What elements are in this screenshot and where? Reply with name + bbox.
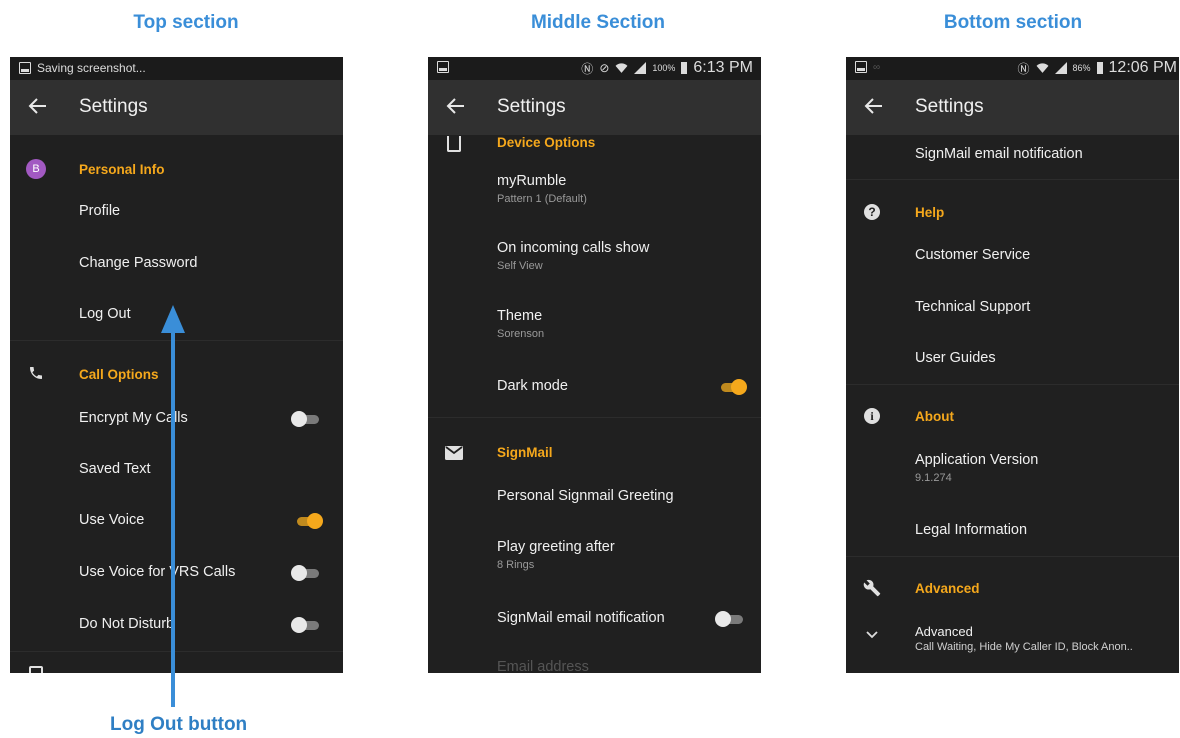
category-advanced: Advanced xyxy=(915,581,980,596)
battery-icon xyxy=(1096,62,1103,74)
incoming-calls-value: Self View xyxy=(497,260,543,272)
clock: 12:06 PM xyxy=(1108,59,1177,76)
use-voice-item[interactable]: Use Voice xyxy=(79,512,144,528)
personal-greeting-item[interactable]: Personal Signmail Greeting xyxy=(497,488,674,504)
nfc-icon: Ⓝ xyxy=(581,61,594,76)
avatar: B xyxy=(26,159,46,179)
settings-list: Device Options myRumble Pattern 1 (Defau… xyxy=(428,135,761,673)
wrench-icon xyxy=(862,578,882,598)
divider xyxy=(846,179,1179,180)
callout-line xyxy=(171,330,175,707)
status-text: Saving screenshot... xyxy=(37,61,146,75)
app-version-item[interactable]: Application Version xyxy=(915,452,1038,468)
encrypt-calls-toggle[interactable] xyxy=(291,411,319,427)
battery-percent: 86% xyxy=(1072,63,1091,73)
wifi-icon xyxy=(615,63,628,73)
divider xyxy=(846,556,1179,557)
signmail-email-item[interactable]: SignMail email notification xyxy=(915,146,1083,162)
settings-list: SignMail email notification ? Help Custo… xyxy=(846,135,1179,673)
legal-info-item[interactable]: Legal Information xyxy=(915,522,1027,538)
phone-icon xyxy=(26,363,46,383)
page-title: Settings xyxy=(915,96,984,117)
page-title: Settings xyxy=(79,96,148,117)
mail-icon xyxy=(444,443,464,463)
settings-list: B Personal Info Profile Change Password … xyxy=(10,135,343,673)
back-arrow-icon[interactable] xyxy=(862,94,886,118)
signal-icon xyxy=(1054,62,1067,74)
play-greeting-value: 8 Rings xyxy=(497,559,535,571)
status-bar: Ⓝ ⊘ 100% 6:13 PM xyxy=(428,57,761,80)
divider xyxy=(10,340,343,341)
incoming-calls-item[interactable]: On incoming calls show xyxy=(497,240,649,256)
callout-label: Log Out button xyxy=(110,714,248,735)
battery-percent: 100% xyxy=(652,63,676,73)
phone-top-section: Saving screenshot... Settings B Personal… xyxy=(10,57,343,673)
category-personal-info: Personal Info xyxy=(79,162,165,177)
back-arrow-icon[interactable] xyxy=(444,94,468,118)
phone-middle-section: Ⓝ ⊘ 100% 6:13 PM Settings Device Options… xyxy=(428,57,761,673)
device-icon xyxy=(26,665,46,673)
do-not-disturb-toggle[interactable] xyxy=(291,617,319,633)
help-icon: ? xyxy=(862,202,882,222)
use-voice-toggle[interactable] xyxy=(293,513,323,529)
use-voice-vrs-toggle[interactable] xyxy=(291,565,319,581)
device-icon xyxy=(444,134,464,154)
user-guides-item[interactable]: User Guides xyxy=(915,350,996,366)
divider xyxy=(10,651,343,652)
change-password-item[interactable]: Change Password xyxy=(79,255,198,271)
chevron-down-icon[interactable] xyxy=(862,625,882,645)
advanced-summary: Call Waiting, Hide My Caller ID, Block A… xyxy=(915,641,1133,653)
category-call-options: Call Options xyxy=(79,367,159,382)
app-bar: Settings xyxy=(10,80,343,135)
status-bar: ∞ Ⓝ 86% 12:06 PM xyxy=(846,57,1179,80)
technical-support-item[interactable]: Technical Support xyxy=(915,299,1030,315)
signmail-email-toggle[interactable] xyxy=(715,611,743,627)
log-out-button[interactable]: Log Out xyxy=(79,306,131,322)
clock: 6:13 PM xyxy=(693,59,753,76)
battery-icon xyxy=(681,62,688,74)
play-greeting-item[interactable]: Play greeting after xyxy=(497,539,615,555)
screenshot-icon xyxy=(19,62,31,74)
divider xyxy=(846,384,1179,385)
page-title: Settings xyxy=(497,96,566,117)
customer-service-item[interactable]: Customer Service xyxy=(915,247,1030,263)
app-bar: Settings xyxy=(428,80,761,135)
screenshot-icon xyxy=(855,61,867,73)
myrumble-item[interactable]: myRumble xyxy=(497,173,566,189)
do-not-disturb-item[interactable]: Do Not Disturb xyxy=(79,616,174,632)
advanced-item[interactable]: Advanced xyxy=(915,624,973,639)
wifi-icon xyxy=(1036,63,1048,73)
notification-icon: ∞ xyxy=(873,61,881,73)
phone-bottom-section: ∞ Ⓝ 86% 12:06 PM Settings SignMail email… xyxy=(846,57,1179,673)
dark-mode-item[interactable]: Dark mode xyxy=(497,378,568,394)
email-address-field[interactable]: Email address xyxy=(497,659,589,673)
middle-section-title: Middle Section xyxy=(530,12,666,33)
back-arrow-icon[interactable] xyxy=(26,94,50,118)
info-icon: i xyxy=(862,406,882,426)
category-device-options: Device Options xyxy=(497,135,596,150)
screenshot-icon xyxy=(437,61,449,73)
app-bar: Settings xyxy=(846,80,1179,135)
divider xyxy=(428,417,761,418)
theme-value: Sorenson xyxy=(497,328,545,340)
myrumble-value: Pattern 1 (Default) xyxy=(497,193,587,205)
app-version-value: 9.1.274 xyxy=(915,472,952,484)
category-help: Help xyxy=(915,205,945,220)
signal-icon xyxy=(634,62,647,74)
category-signmail: SignMail xyxy=(497,445,553,460)
bottom-section-title: Bottom section xyxy=(943,12,1083,33)
saved-text-item[interactable]: Saved Text xyxy=(79,461,150,477)
category-about: About xyxy=(915,409,954,424)
signmail-email-item[interactable]: SignMail email notification xyxy=(497,610,665,626)
nfc-icon: Ⓝ xyxy=(1017,61,1030,76)
status-bar: Saving screenshot... xyxy=(10,57,343,80)
theme-item[interactable]: Theme xyxy=(497,308,542,324)
top-section-title: Top section xyxy=(133,12,239,33)
callout-arrow xyxy=(161,305,185,333)
mute-icon: ⊘ xyxy=(599,61,610,75)
dark-mode-toggle[interactable] xyxy=(717,379,747,395)
profile-item[interactable]: Profile xyxy=(79,203,120,219)
use-voice-vrs-item[interactable]: Use Voice for VRS Calls xyxy=(79,564,235,580)
